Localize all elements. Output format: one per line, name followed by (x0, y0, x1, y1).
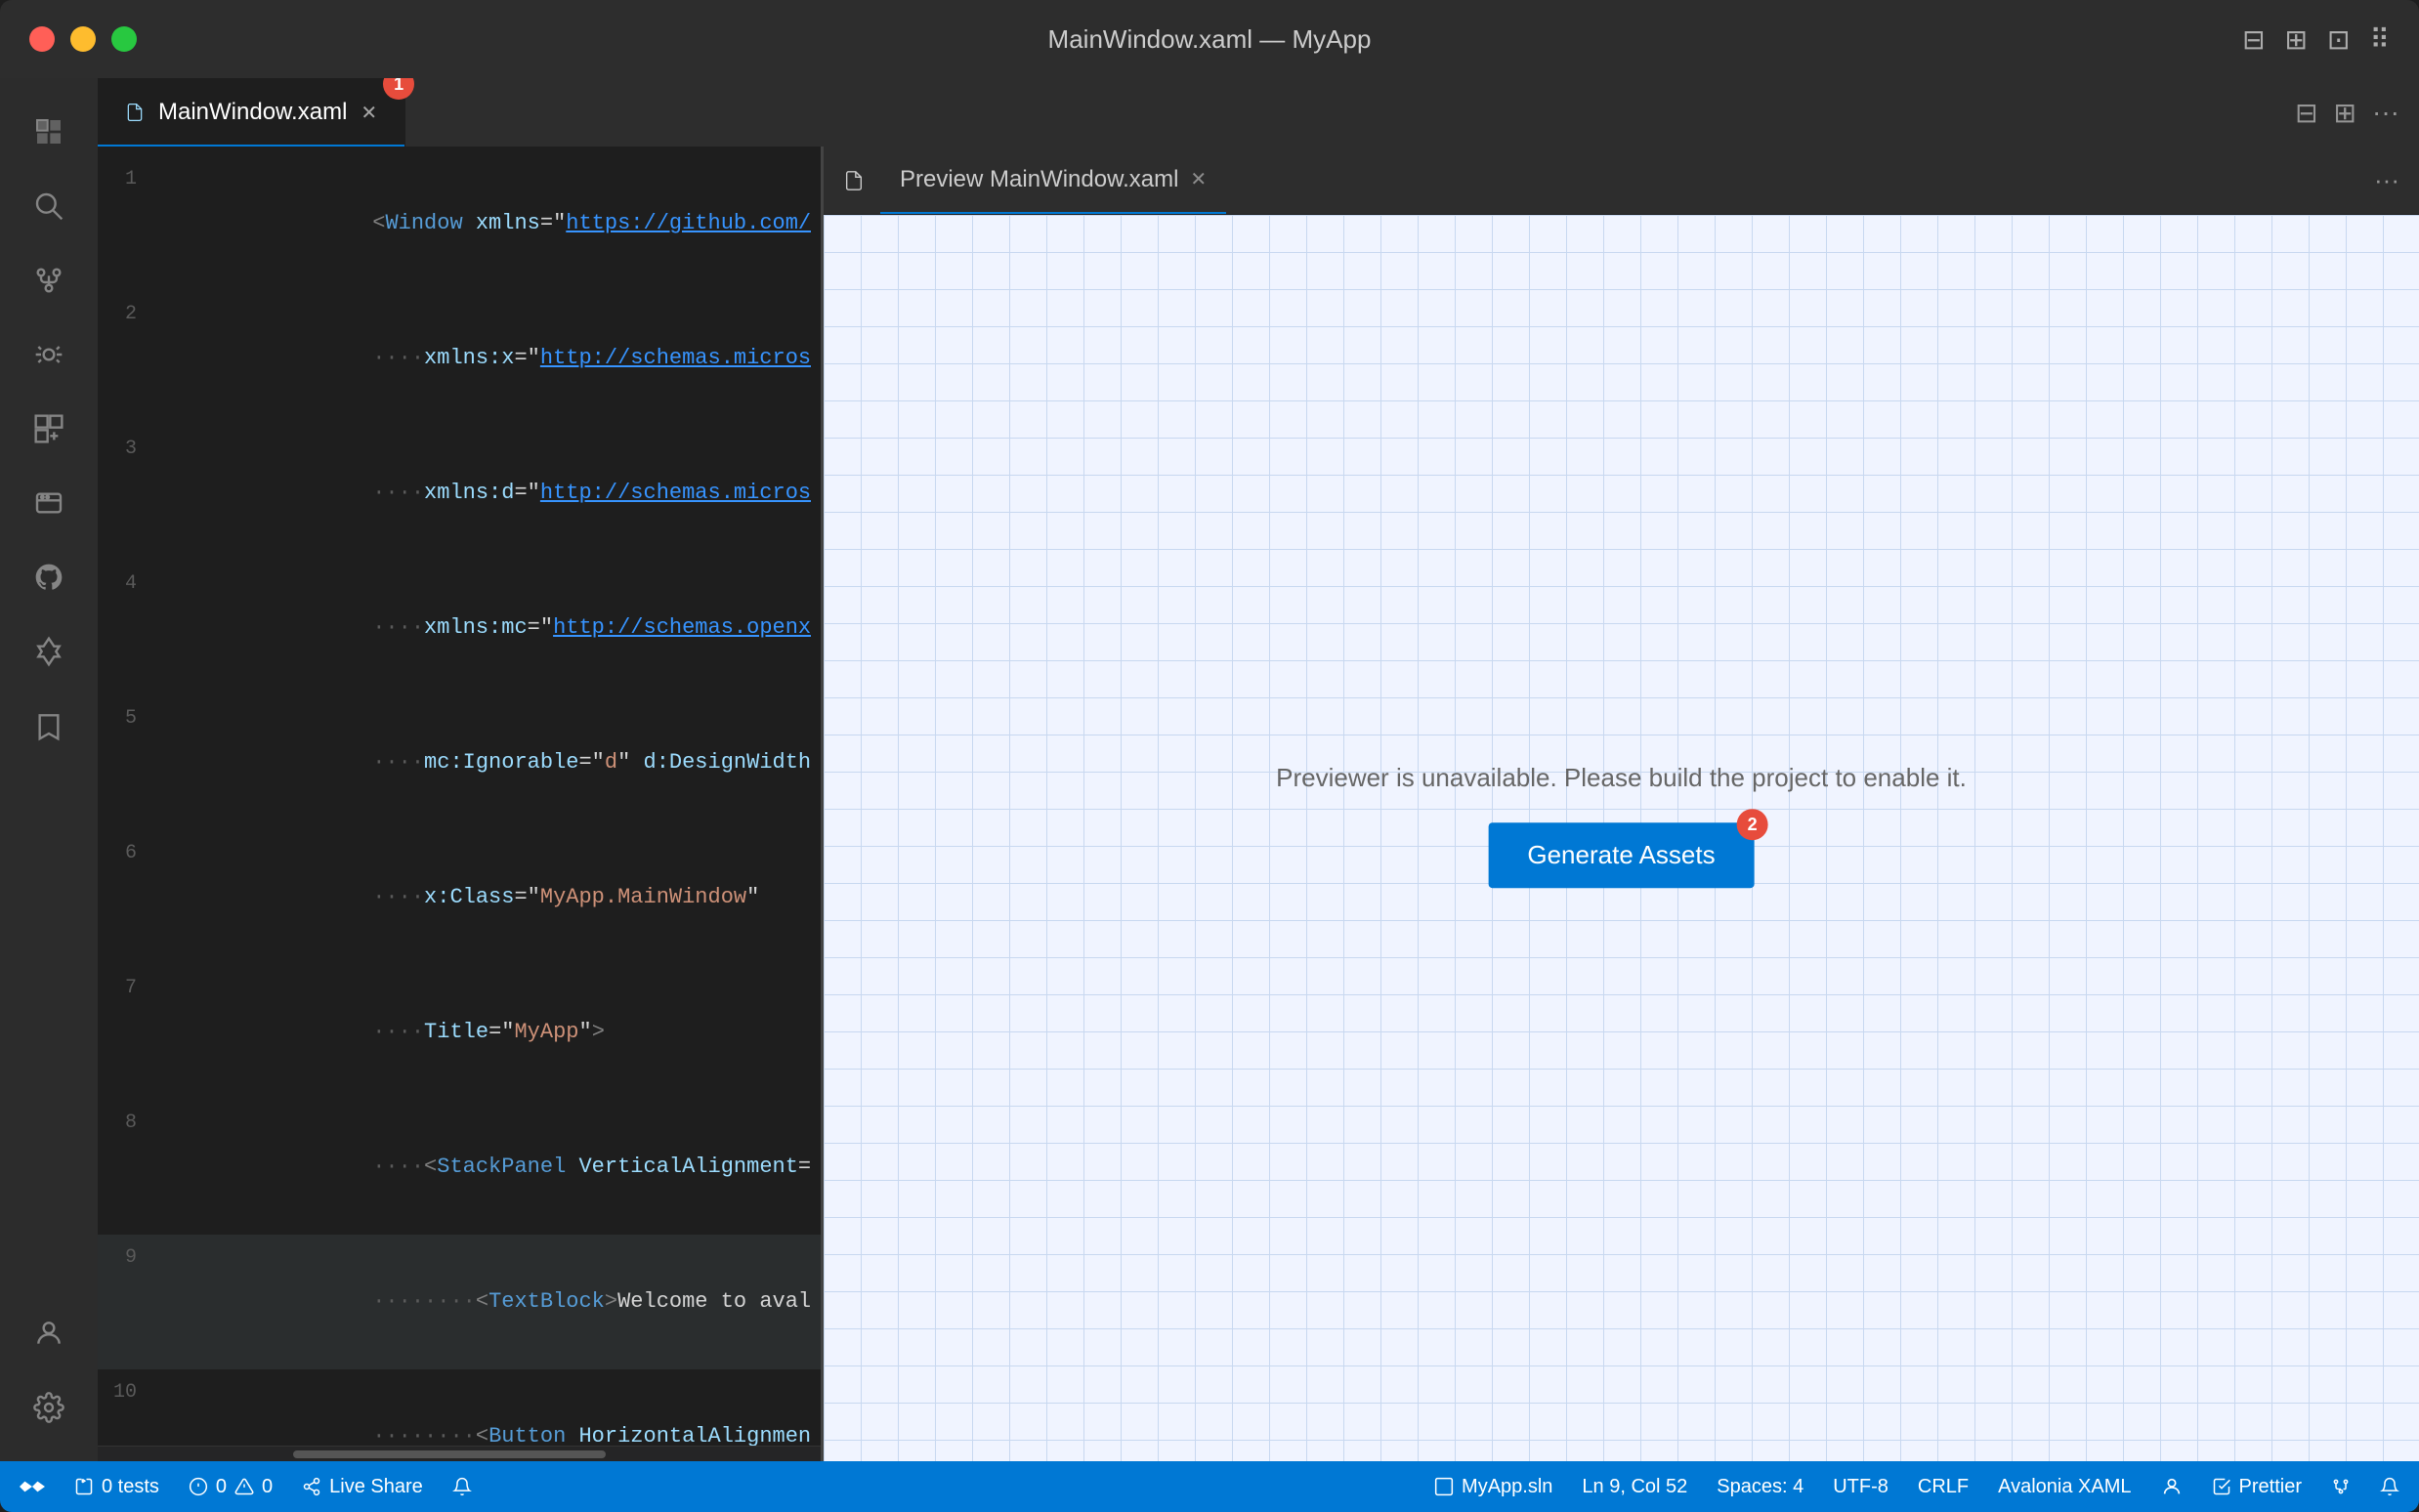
status-user[interactable] (2161, 1476, 2183, 1497)
language-label: Avalonia XAML (1998, 1476, 2131, 1498)
status-errors[interactable]: 0 0 (189, 1476, 273, 1498)
tab-bar-actions: ⊟ ⊞ ··· (2295, 78, 2419, 147)
sidebar-item-explorer[interactable] (15, 98, 83, 166)
errors-count: 0 (216, 1476, 227, 1498)
layout-columns-icon[interactable]: ⊟ (2242, 23, 2265, 56)
code-editor[interactable]: 1 <Window xmlns="https://github.com/aval… (98, 147, 821, 1461)
preview-tab-label: Preview MainWindow.xaml (900, 166, 1178, 193)
status-tests[interactable]: 0 tests (74, 1476, 159, 1498)
prettier-label: Prettier (2239, 1476, 2302, 1498)
status-live-share[interactable]: Live Share (302, 1476, 423, 1498)
close-button[interactable] (29, 26, 55, 52)
status-position[interactable]: Ln 9, Col 52 (1582, 1476, 1687, 1498)
sidebar-item-debug[interactable] (15, 320, 83, 389)
sidebar-item-extensions[interactable] (15, 395, 83, 463)
tests-count: 0 tests (102, 1476, 159, 1498)
code-line-9: 9 ········<TextBlock>Welcome to avalonia… (98, 1235, 821, 1369)
code-line-4: 4 ····xmlns:mc="http://schemas.openxmlfo… (98, 561, 821, 695)
preview-tab-actions[interactable]: ··· (2374, 165, 2399, 195)
code-content[interactable]: 1 <Window xmlns="https://github.com/aval… (98, 147, 821, 1446)
encoding-label: UTF-8 (1833, 1476, 1889, 1498)
generate-assets-button[interactable]: Generate Assets 2 (1488, 822, 1754, 888)
code-line-1: 1 <Window xmlns="https://github.com/aval… (98, 156, 821, 291)
preview-panel: Preview MainWindow.xaml ✕ ··· Previewer … (823, 147, 2419, 1461)
status-vscode-icon[interactable] (20, 1474, 45, 1499)
sidebar-item-remote[interactable] (15, 469, 83, 537)
sidebar-item-account[interactable] (15, 1299, 83, 1367)
tab-badge: 1 (383, 78, 414, 100)
tab-bar: MainWindow.xaml ✕ 1 ⊟ ⊞ ··· (98, 78, 2419, 147)
code-line-7: 7 ····Title="MyApp"> (98, 965, 821, 1100)
titlebar-actions: ⊟ ⊞ ⊡ ⠿ (2242, 23, 2390, 56)
preview-tab-close[interactable]: ✕ (1190, 167, 1207, 191)
code-line-8: 8 ····<StackPanel VerticalAlignment="Cen… (98, 1100, 821, 1235)
status-notification[interactable] (2380, 1477, 2399, 1496)
code-line-3: 3 ····xmlns:d="http://schemas.microsoft.… (98, 426, 821, 561)
cursor-position: Ln 9, Col 52 (1582, 1476, 1687, 1498)
main-window: MainWindow.xaml — MyApp ⊟ ⊞ ⊡ ⠿ (0, 0, 2419, 1512)
sidebar-item-settings[interactable] (15, 1373, 83, 1442)
status-line-ending[interactable]: CRLF (1918, 1476, 1969, 1498)
split-editor: 1 <Window xmlns="https://github.com/aval… (98, 147, 2419, 1461)
line-ending-label: CRLF (1918, 1476, 1969, 1498)
activity-bar-bottom (15, 1299, 83, 1442)
code-line-10: 10 ········<Button HorizontalAlignment="… (98, 1369, 821, 1446)
editor-tab-mainwindow[interactable]: MainWindow.xaml ✕ 1 (98, 78, 405, 147)
status-encoding[interactable]: UTF-8 (1833, 1476, 1889, 1498)
live-share-label: Live Share (329, 1476, 423, 1498)
status-spaces[interactable]: Spaces: 4 (1717, 1476, 1804, 1498)
tab-close-button[interactable]: ✕ (361, 101, 377, 125)
titlebar: MainWindow.xaml — MyApp ⊟ ⊞ ⊡ ⠿ (0, 0, 2419, 78)
activity-bar (0, 78, 98, 1461)
spaces-label: Spaces: 4 (1717, 1476, 1804, 1498)
status-git[interactable] (2331, 1477, 2351, 1496)
status-prettier[interactable]: Prettier (2212, 1476, 2302, 1498)
more-actions-icon[interactable]: ··· (2372, 97, 2399, 128)
preview-tab[interactable]: Preview MainWindow.xaml ✕ (880, 147, 1226, 214)
preview-unavailable-text: Previewer is unavailable. Please build t… (1276, 763, 1967, 793)
status-bell[interactable] (452, 1477, 472, 1496)
sidebar-item-source-control[interactable] (15, 246, 83, 315)
window-title: MainWindow.xaml — MyApp (1048, 24, 1372, 55)
code-line-5: 5 ····mc:Ignorable="d" d:DesignWidth="40… (98, 695, 821, 830)
split-editor-icon[interactable]: ⊟ (2295, 97, 2317, 129)
generate-badge: 2 (1737, 809, 1768, 840)
split-right-icon[interactable]: ⊞ (2334, 97, 2356, 129)
traffic-lights (29, 26, 137, 52)
sidebar-item-deploy[interactable] (15, 617, 83, 686)
split-editor-icon[interactable]: ⊞ (2285, 23, 2308, 56)
sidebar-item-search[interactable] (15, 172, 83, 240)
status-bar: 0 tests 0 0 Live Shar (0, 1461, 2419, 1512)
preview-tab-bar: Preview MainWindow.xaml ✕ ··· (824, 147, 2419, 215)
editor-scrollbar[interactable] (98, 1446, 821, 1461)
main-layout: MainWindow.xaml ✕ 1 ⊟ ⊞ ··· 1 (0, 78, 2419, 1461)
scrollbar-thumb[interactable] (293, 1450, 606, 1458)
warnings-count: 0 (262, 1476, 273, 1498)
preview-message: Previewer is unavailable. Please build t… (1276, 763, 1967, 888)
code-line-6: 6 ····x:Class="MyApp.MainWindow" (98, 830, 821, 965)
grid-icon[interactable]: ⠿ (2369, 23, 2390, 56)
sidebar-item-github[interactable] (15, 543, 83, 611)
code-line-2: 2 ····xmlns:x="http://schemas.microsoft.… (98, 291, 821, 426)
tab-filename: MainWindow.xaml (158, 99, 347, 126)
editor-area: MainWindow.xaml ✕ 1 ⊟ ⊞ ··· 1 (98, 78, 2419, 1461)
status-solution[interactable]: MyApp.sln (1434, 1476, 1552, 1498)
status-language[interactable]: Avalonia XAML (1998, 1476, 2131, 1498)
status-bar-right: MyApp.sln Ln 9, Col 52 Spaces: 4 UTF-8 C… (1434, 1476, 2399, 1498)
preview-content: Previewer is unavailable. Please build t… (824, 215, 2419, 1461)
maximize-button[interactable] (111, 26, 137, 52)
solution-name: MyApp.sln (1462, 1476, 1552, 1498)
sidebar-item-bookmarks[interactable] (15, 692, 83, 760)
minimize-button[interactable] (70, 26, 96, 52)
layout-icon[interactable]: ⊡ (2327, 23, 2350, 56)
